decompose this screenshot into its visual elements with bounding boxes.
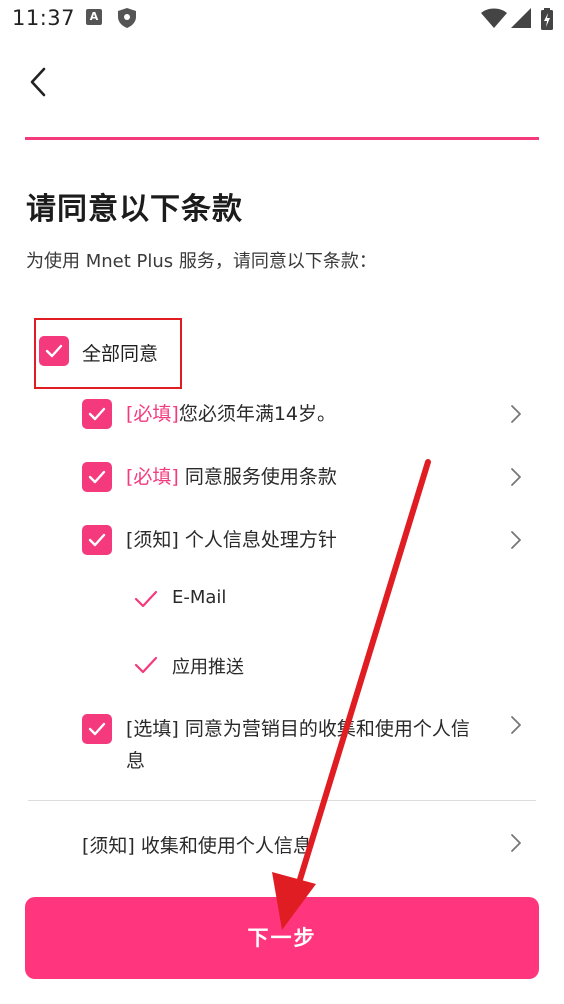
privacy-policy-detail-button[interactable] bbox=[509, 529, 523, 551]
terms-service-checkbox[interactable] bbox=[82, 462, 112, 492]
shield-icon bbox=[118, 8, 136, 32]
email-label: E-Mail bbox=[172, 587, 227, 608]
status-time: 11:37 bbox=[12, 6, 76, 30]
privacy-policy-label[interactable]: [须知] 个人信息处理方针 bbox=[126, 524, 496, 556]
checkmark-icon bbox=[88, 533, 106, 547]
back-button[interactable] bbox=[24, 62, 56, 102]
required-tag: [必填] bbox=[126, 403, 179, 425]
chevron-right-icon bbox=[511, 716, 521, 734]
marketing-consent-label[interactable]: [选填] 同意为营销目的收集和使用个人信息 bbox=[126, 713, 486, 777]
terms-age-checkbox[interactable] bbox=[82, 399, 112, 429]
privacy-policy-text: 个人信息处理方针 bbox=[178, 529, 337, 551]
signal-icon bbox=[511, 8, 531, 32]
checkmark-icon bbox=[88, 470, 106, 484]
divider bbox=[28, 800, 536, 801]
privacy-policy-checkbox[interactable] bbox=[82, 525, 112, 555]
terms-service-label[interactable]: [必填] 同意服务使用条款 bbox=[126, 461, 496, 493]
required-tag: [必填] bbox=[126, 466, 179, 488]
checkmark-icon bbox=[88, 722, 106, 736]
chevron-left-icon bbox=[30, 67, 46, 97]
page-subtitle: 为使用 Mnet Plus 服务，请同意以下条款： bbox=[26, 251, 377, 272]
chevron-right-icon bbox=[511, 405, 521, 423]
wifi-icon bbox=[481, 8, 507, 32]
marketing-consent-checkbox[interactable] bbox=[82, 714, 112, 744]
terms-age-label[interactable]: [必填]您必须年满14岁。 bbox=[126, 398, 496, 430]
notice-tag: [须知] bbox=[126, 529, 179, 551]
checkmark-icon bbox=[45, 344, 63, 358]
terms-age-detail-button[interactable] bbox=[509, 403, 523, 425]
terms-age-text: 您必须年满14岁。 bbox=[178, 403, 337, 425]
next-button[interactable]: 下一步 bbox=[25, 897, 539, 979]
agree-all-checkbox[interactable] bbox=[39, 336, 69, 366]
terms-service-detail-button[interactable] bbox=[509, 466, 523, 488]
personal-info-notice-label[interactable]: [须知] 收集和使用个人信息 bbox=[82, 831, 312, 858]
agree-all-label: 全部同意 bbox=[82, 343, 159, 365]
chevron-right-icon bbox=[511, 468, 521, 486]
checkmark-icon bbox=[88, 407, 106, 421]
personal-info-notice-detail-button[interactable] bbox=[509, 832, 523, 854]
terms-service-text: 同意服务使用条款 bbox=[178, 466, 337, 488]
optional-tag: [选填] bbox=[126, 718, 179, 740]
chevron-right-icon bbox=[511, 531, 521, 549]
terms-agreement-page: 11:37 A 请同意以下条款 为使用 Mnet Plus 服务，请同意以下条款… bbox=[0, 0, 564, 1004]
chevron-right-icon bbox=[511, 834, 521, 852]
page-title: 请同意以下条款 bbox=[26, 192, 243, 227]
app-push-label: 应用推送 bbox=[172, 657, 244, 678]
progress-line bbox=[25, 137, 539, 140]
status-bar: 11:37 A bbox=[0, 0, 564, 38]
marketing-consent-detail-button[interactable] bbox=[509, 714, 523, 736]
email-check-icon[interactable] bbox=[134, 590, 158, 608]
app-push-check-icon[interactable] bbox=[134, 656, 158, 674]
battery-charging-icon bbox=[541, 8, 553, 34]
accessibility-a-icon: A bbox=[86, 9, 102, 25]
